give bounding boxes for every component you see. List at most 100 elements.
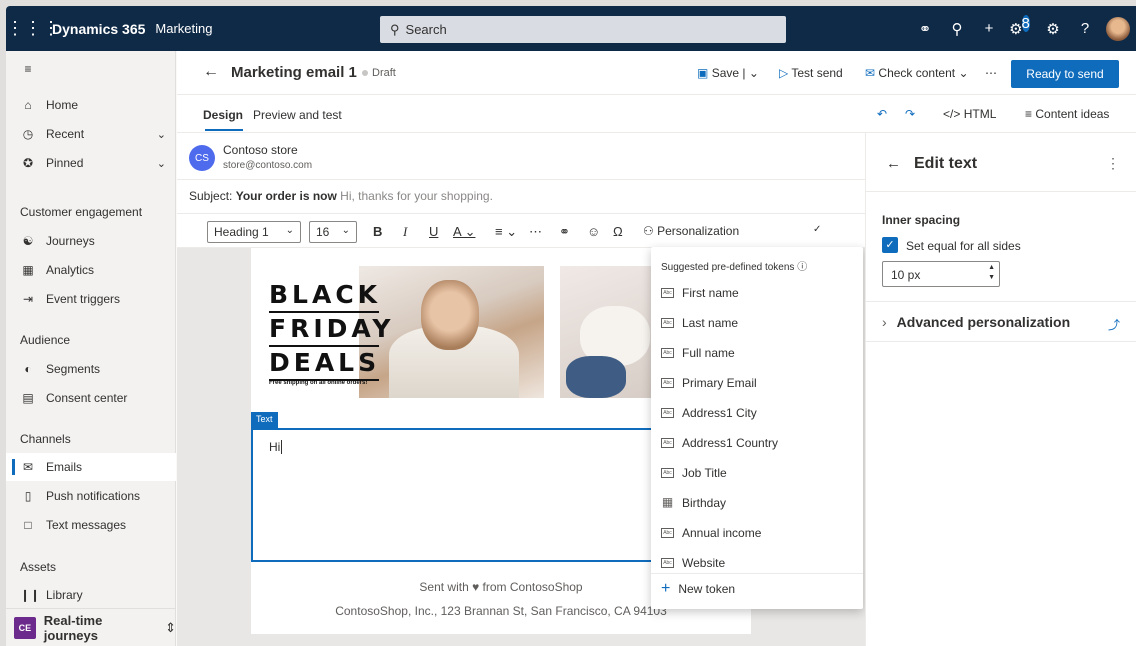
sidebar-item-recent[interactable]: ◷ Recent ⌄ xyxy=(6,120,176,148)
link-icon[interactable]: ⚭ xyxy=(559,224,570,240)
advanced-personalization-toggle[interactable]: › Advanced personalization xyxy=(882,314,1070,330)
info-icon[interactable]: ⓘ xyxy=(797,262,807,273)
ready-to-send-button[interactable]: Ready to send xyxy=(1011,60,1119,88)
content-ideas-button[interactable]: ≡ Content ideas xyxy=(1025,107,1109,121)
font-color-icon[interactable]: A ⌄ xyxy=(453,224,475,240)
more-vertical-icon[interactable]: ⋮ xyxy=(1106,155,1120,172)
sidebar-item-event-triggers[interactable]: ⇥ Event triggers xyxy=(6,285,176,313)
user-avatar[interactable] xyxy=(1106,16,1130,41)
token-item[interactable]: Abc Annual income xyxy=(661,523,761,543)
sidebar-item-push-notifications[interactable]: ▯ Push notifications xyxy=(6,482,176,510)
token-label: Website xyxy=(682,556,726,570)
tab-indicator xyxy=(205,129,243,131)
sidebar-item-home[interactable]: ⌂ Home xyxy=(6,91,176,119)
settings-icon[interactable]: ⚙ xyxy=(1038,20,1068,38)
token-label: Birthday xyxy=(682,496,727,510)
sidebar-item-journeys[interactable]: ☯ Journeys xyxy=(6,227,176,255)
advanced-label: Advanced personalization xyxy=(896,314,1071,330)
token-item[interactable]: Abc Primary Email xyxy=(661,373,757,393)
save-button[interactable]: ▣ Save | ⌄ xyxy=(697,66,759,80)
align-icon[interactable]: ≡ ⌄ xyxy=(495,224,517,240)
text-style-select[interactable]: Heading 1 ⌄ xyxy=(207,221,301,243)
task-icon[interactable]: ⚭ xyxy=(910,20,940,38)
back-arrow-icon[interactable]: ← xyxy=(203,63,219,81)
section-heading: Audience xyxy=(20,333,71,347)
app-name[interactable]: Dynamics 365 xyxy=(52,21,145,37)
subject-row[interactable]: Subject: Your order is now Hi, thanks fo… xyxy=(177,180,865,214)
tab-preview[interactable]: Preview and test xyxy=(253,108,342,122)
personalization-label: Personalization xyxy=(657,224,740,238)
segments-icon: ◐ xyxy=(24,362,32,376)
html-label: HTML xyxy=(963,107,997,121)
bell-icon[interactable]: ⚙8 xyxy=(1006,14,1036,38)
font-size-select[interactable]: 16 ⌄ xyxy=(309,221,357,243)
sidebar-item-text-messages[interactable]: □ Text messages xyxy=(6,511,176,539)
token-item[interactable]: Abc Website xyxy=(661,553,725,573)
more-format-icon[interactable]: ⋯ xyxy=(529,224,542,240)
check-content-button[interactable]: ✉ Check content ⌄ xyxy=(865,66,969,80)
emoji-icon[interactable]: ☺ xyxy=(587,224,600,239)
token-item[interactable]: Abc First name xyxy=(661,283,739,303)
sidebar-item-label: Emails xyxy=(46,460,83,474)
sidebar-item-label: Consent center xyxy=(46,391,128,405)
lightbulb-icon[interactable]: ⚲ xyxy=(942,20,972,38)
stepper-icon[interactable]: ▲ ▼ xyxy=(988,263,995,283)
area-switcher[interactable]: CE Real-time journeys ⇕ xyxy=(6,608,176,646)
token-item[interactable]: Abc Last name xyxy=(661,313,738,333)
token-item[interactable]: Abc Address1 Country xyxy=(661,433,778,453)
chevron-down-icon[interactable]: ⌄ xyxy=(157,128,166,141)
new-token-button[interactable]: + New token xyxy=(651,573,863,603)
app-launcher-icon[interactable]: ⋮⋮⋮ xyxy=(6,18,60,39)
help-icon[interactable]: ? xyxy=(1070,20,1100,37)
token-item[interactable]: ▦ Birthday xyxy=(661,493,726,513)
tab-design[interactable]: Design xyxy=(203,108,243,122)
hamburger-menu[interactable]: ≡ xyxy=(6,55,176,83)
consent-icon: ▤ xyxy=(22,391,34,405)
sidebar-item-pinned[interactable]: ✪ Pinned ⌄ xyxy=(6,149,176,177)
html-button[interactable]: </> HTML xyxy=(943,107,996,121)
tab-bar: Design Preview and test xyxy=(177,95,865,133)
top-icons: ⚭ ⚲ + ⚙8 ⚙ ? xyxy=(908,6,1130,51)
chevron-down-icon: ⌄ xyxy=(285,225,294,236)
email-title: Marketing email 1 xyxy=(231,64,357,81)
sender-row[interactable]: CS Contoso store store@contoso.com xyxy=(177,133,865,180)
home-icon: ⌂ xyxy=(24,98,32,112)
check-icon: ✉ xyxy=(865,66,876,80)
properties-panel: ← Edit text ⋮ Inner spacing ✓ Set equal … xyxy=(865,133,1136,646)
sidebar-item-segments[interactable]: ◐ Segments xyxy=(6,355,176,383)
library-icon: ❙❙ xyxy=(20,588,41,602)
sidebar-item-library[interactable]: ❙❙ Library xyxy=(6,581,176,609)
underline-icon[interactable]: U xyxy=(429,224,438,239)
redo-icon[interactable]: ↷ xyxy=(905,107,915,121)
sidebar-item-label: Recent xyxy=(46,127,85,141)
sidebar-item-consent-center[interactable]: ▤ Consent center xyxy=(6,384,176,412)
bold-icon[interactable]: B xyxy=(373,224,382,239)
chevron-right-icon: › xyxy=(882,314,887,330)
divider xyxy=(866,341,1136,342)
back-arrow-icon[interactable]: ← xyxy=(886,155,901,172)
personalization-button[interactable]: ⚇ Personalization xyxy=(643,224,739,238)
token-item[interactable]: Abc Full name xyxy=(661,343,735,363)
set-equal-checkbox[interactable]: ✓ xyxy=(882,237,898,253)
text-token-icon: Abc xyxy=(661,318,674,328)
hero-line: BLACK xyxy=(269,280,382,309)
more-commands-icon[interactable]: ⋯ xyxy=(985,66,997,80)
format-toolbar: Heading 1 ⌄ 16 ⌄ B I U A ⌄ ≡ ⌄ ⋯ ⚭ ☺ Ω ⚇ P… xyxy=(177,214,865,248)
sidebar-item-emails[interactable]: ✉ Emails xyxy=(6,453,176,481)
special-char-icon[interactable]: Ω xyxy=(613,224,623,239)
token-item[interactable]: Abc Job Title xyxy=(661,463,727,483)
search-box[interactable]: ⚲ Search xyxy=(380,16,786,43)
undo-icon[interactable]: ↶ xyxy=(877,107,887,121)
hero-line: FRIDAY xyxy=(269,314,395,343)
test-send-button[interactable]: ▷ Test send xyxy=(779,66,843,80)
spacing-input[interactable]: 10 px ▲ ▼ xyxy=(882,261,1000,287)
italic-icon[interactable]: I xyxy=(403,224,407,240)
chevron-down-icon[interactable]: ⌄ xyxy=(157,157,166,170)
sidebar-item-label: Text messages xyxy=(46,518,127,532)
phone-icon: ▯ xyxy=(24,489,32,503)
add-icon[interactable]: + xyxy=(974,20,1004,37)
token-item[interactable]: Abc Address1 City xyxy=(661,403,757,423)
spellcheck-icon[interactable]: ✓ xyxy=(813,224,821,235)
sidebar-item-analytics[interactable]: ▦ Analytics xyxy=(6,256,176,284)
link-icon[interactable]: ⤴ xyxy=(1108,316,1120,333)
